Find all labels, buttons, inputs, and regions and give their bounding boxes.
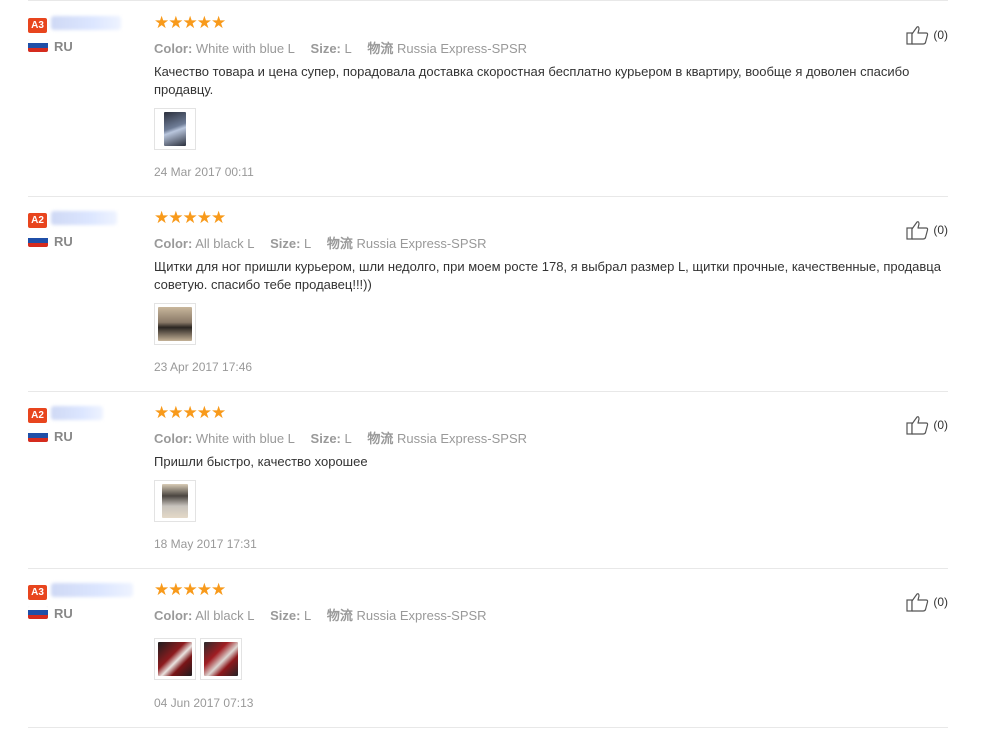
buyer-country: RU bbox=[54, 234, 73, 249]
review-photo[interactable] bbox=[154, 303, 196, 345]
review-date: 24 Mar 2017 00:11 bbox=[154, 165, 254, 179]
review-text: Щитки для ног пришли курьером, шли недол… bbox=[154, 259, 941, 292]
shipping-value: Russia Express-SPSR bbox=[356, 608, 487, 623]
like-button[interactable]: (0) bbox=[906, 220, 948, 240]
buyer-country: RU bbox=[54, 429, 73, 444]
size-value: L bbox=[344, 431, 352, 446]
color-label: Color: bbox=[154, 431, 193, 446]
russia-flag-icon bbox=[28, 39, 48, 52]
color-value: All black L bbox=[195, 608, 255, 623]
buyer-name-blurred bbox=[51, 406, 103, 420]
like-count: (0) bbox=[933, 418, 948, 432]
order-attributes: Color: White with blue L Size: L 物流 Russ… bbox=[154, 428, 539, 447]
top-divider bbox=[28, 0, 948, 1]
thumbs-up-icon bbox=[906, 221, 929, 240]
review-date: 18 May 2017 17:31 bbox=[154, 537, 257, 551]
shipping-label: 物流 bbox=[326, 608, 353, 623]
review-item: A3 RU ★★★★★ Color: White with blue L Siz… bbox=[28, 9, 948, 197]
like-count: (0) bbox=[933, 595, 948, 609]
shipping-label: 物流 bbox=[367, 41, 394, 56]
star-rating: ★★★★★ bbox=[154, 13, 226, 32]
shipping-label: 物流 bbox=[326, 236, 353, 251]
review-photo[interactable] bbox=[154, 480, 196, 522]
buyer-level-badge: A2 bbox=[28, 408, 47, 423]
shipping-value: Russia Express-SPSR bbox=[356, 236, 487, 251]
color-value: White with blue L bbox=[195, 431, 295, 446]
buyer-country: RU bbox=[54, 39, 73, 54]
review-item: A2 RU ★★★★★ Color: All black L Size: L 物… bbox=[28, 204, 948, 392]
color-value: White with blue L bbox=[195, 41, 295, 56]
photo-image bbox=[162, 484, 188, 518]
review-date: 04 Jun 2017 07:13 bbox=[154, 696, 254, 710]
buyer-name-blurred bbox=[51, 583, 133, 597]
review-text: Пришли быстро, качество хорошее bbox=[154, 454, 368, 469]
star-rating: ★★★★★ bbox=[154, 403, 226, 422]
like-count: (0) bbox=[933, 223, 948, 237]
photo-image bbox=[158, 642, 192, 676]
russia-flag-icon bbox=[28, 234, 48, 247]
review-item: A3 RU ★★★★★ Color: All black L Size: L 物… bbox=[28, 576, 948, 728]
size-label: Size: bbox=[310, 431, 341, 446]
buyer-level-badge: A2 bbox=[28, 213, 47, 228]
thumbs-up-icon bbox=[906, 416, 929, 435]
size-label: Size: bbox=[270, 608, 301, 623]
like-button[interactable]: (0) bbox=[906, 25, 948, 45]
order-attributes: Color: All black L Size: L 物流 Russia Exp… bbox=[154, 605, 499, 624]
color-label: Color: bbox=[154, 236, 193, 251]
like-count: (0) bbox=[933, 28, 948, 42]
size-label: Size: bbox=[270, 236, 301, 251]
buyer-name-blurred bbox=[51, 211, 117, 225]
review-photo[interactable] bbox=[154, 638, 196, 680]
size-value: L bbox=[304, 608, 312, 623]
shipping-value: Russia Express-SPSR bbox=[397, 41, 528, 56]
star-rating: ★★★★★ bbox=[154, 580, 226, 599]
color-value: All black L bbox=[195, 236, 255, 251]
buyer-country: RU bbox=[54, 606, 73, 621]
color-label: Color: bbox=[154, 608, 193, 623]
shipping-value: Russia Express-SPSR bbox=[397, 431, 528, 446]
buyer-level-badge: A3 bbox=[28, 585, 47, 600]
order-attributes: Color: White with blue L Size: L 物流 Russ… bbox=[154, 38, 539, 57]
photo-image bbox=[164, 112, 186, 146]
thumbs-up-icon bbox=[906, 593, 929, 612]
size-value: L bbox=[304, 236, 312, 251]
buyer-level-badge: A3 bbox=[28, 18, 47, 33]
review-item: A2 RU ★★★★★ Color: White with blue L Siz… bbox=[28, 399, 948, 569]
color-label: Color: bbox=[154, 41, 193, 56]
photo-image bbox=[204, 642, 238, 676]
order-attributes: Color: All black L Size: L 物流 Russia Exp… bbox=[154, 233, 499, 252]
star-rating: ★★★★★ bbox=[154, 208, 226, 227]
russia-flag-icon bbox=[28, 429, 48, 442]
buyer-name-blurred bbox=[51, 16, 121, 30]
like-button[interactable]: (0) bbox=[906, 592, 948, 612]
like-button[interactable]: (0) bbox=[906, 415, 948, 435]
size-value: L bbox=[344, 41, 352, 56]
review-photo[interactable] bbox=[154, 108, 196, 150]
review-date: 23 Apr 2017 17:46 bbox=[154, 360, 253, 374]
russia-flag-icon bbox=[28, 606, 48, 619]
photo-image bbox=[158, 307, 192, 341]
review-text: Качество товара и цена супер, порадовала… bbox=[154, 64, 910, 97]
shipping-label: 物流 bbox=[367, 431, 394, 446]
size-label: Size: bbox=[310, 41, 341, 56]
thumbs-up-icon bbox=[906, 26, 929, 45]
review-photo[interactable] bbox=[200, 638, 242, 680]
